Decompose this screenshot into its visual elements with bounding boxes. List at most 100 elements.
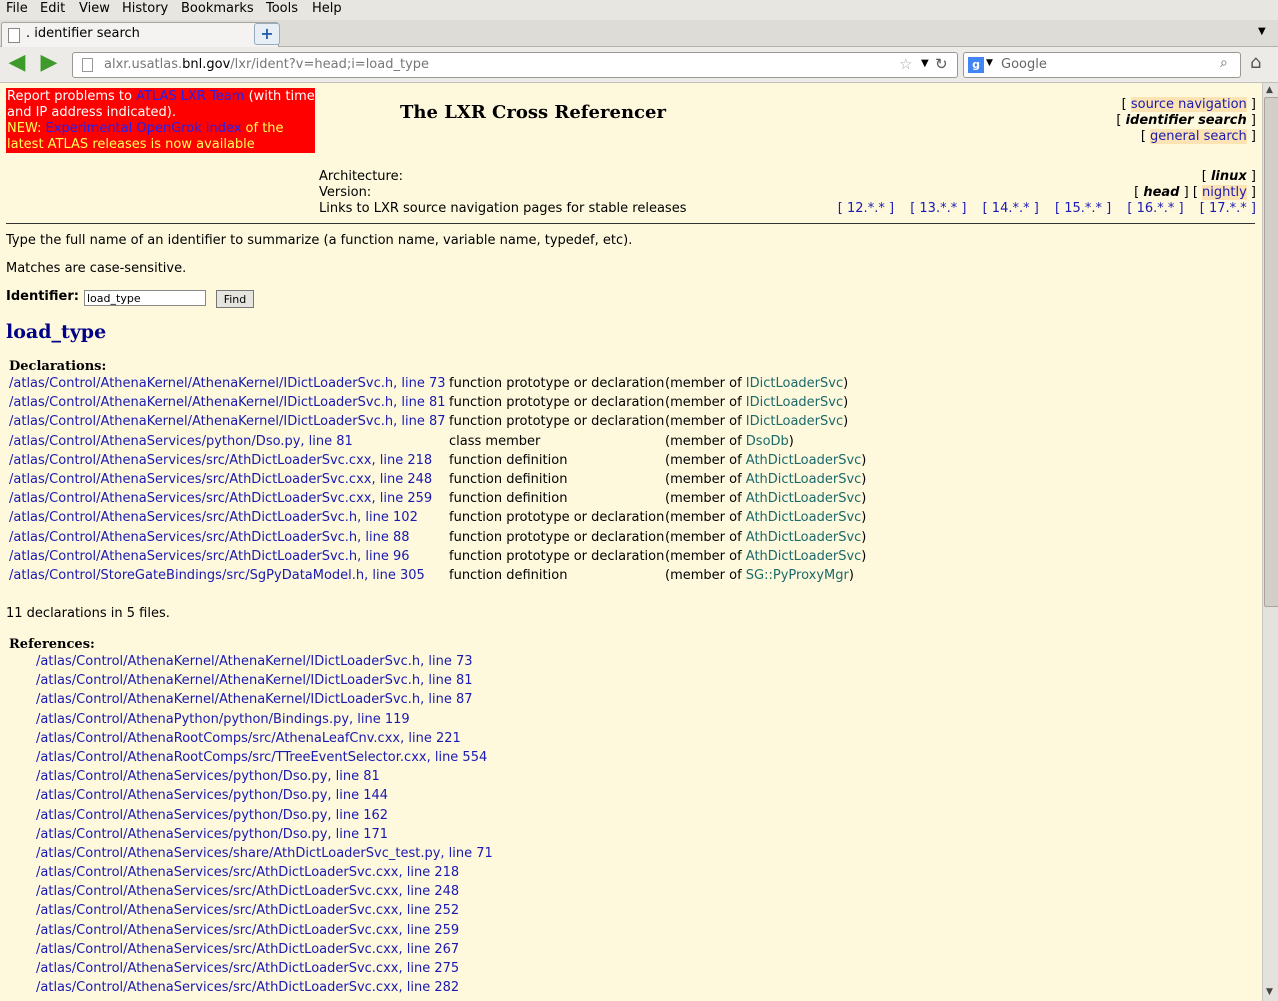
release-link[interactable]: [ 15.*.* ] [1055, 201, 1111, 216]
identifier-search-current: identifier search [1125, 113, 1247, 128]
case-sensitive-note: Matches are case-sensitive. [6, 261, 187, 276]
identifier-input[interactable]: load_type [84, 290, 206, 306]
reference-link[interactable]: /atlas/Control/AthenaServices/python/Dso… [36, 808, 493, 827]
declaration-file-link[interactable]: /atlas/Control/AthenaKernel/AthenaKernel… [9, 376, 446, 391]
scrollbar-thumb[interactable] [1264, 97, 1278, 607]
declaration-file-link[interactable]: /atlas/Control/StoreGateBindings/src/SgP… [9, 568, 425, 583]
source-navigation-link[interactable]: source navigation [1130, 97, 1247, 112]
page-icon [82, 58, 93, 72]
member-class-link[interactable]: SG::PyProxyMgr [746, 568, 849, 583]
declaration-file-link[interactable]: /atlas/Control/AthenaKernel/AthenaKernel… [9, 414, 446, 429]
declaration-file-link[interactable]: /atlas/Control/AthenaServices/python/Dso… [9, 434, 353, 449]
page-content: Report problems to ATLAS LXR Team (with … [0, 83, 1262, 1001]
forward-arrow-icon[interactable]: ▶ [38, 52, 60, 75]
search-bar[interactable]: g ▼ Google ⌕ [963, 52, 1241, 78]
opengrok-link[interactable]: Experimental OpenGrok index [46, 121, 242, 136]
search-engine-dropdown-icon[interactable]: ▼ [986, 58, 993, 68]
declaration-member: (member of AthDictLoaderSvc) [665, 529, 867, 545]
release-link[interactable]: [ 14.*.* ] [983, 201, 1039, 216]
member-class-link[interactable]: AthDictLoaderSvc [746, 510, 862, 525]
declaration-file-link[interactable]: /atlas/Control/AthenaServices/src/AthDic… [9, 549, 410, 564]
reference-link[interactable]: /atlas/Control/AthenaServices/src/AthDic… [36, 942, 493, 961]
scroll-up-icon[interactable]: ▲ [1266, 85, 1273, 95]
declaration-kind: function definition [449, 491, 568, 507]
google-engine-icon[interactable]: g [968, 57, 984, 73]
release-link[interactable]: [ 13.*.* ] [910, 201, 966, 216]
url-history-dropdown-icon[interactable]: ▼ [921, 58, 929, 69]
declaration-member: (member of IDictLoaderSvc) [665, 414, 849, 430]
intro-text: Type the full name of an identifier to s… [6, 233, 633, 248]
find-button[interactable]: Find [216, 290, 254, 308]
reference-link[interactable]: /atlas/Control/AthenaServices/src/AthDic… [36, 980, 493, 999]
member-class-link[interactable]: AthDictLoaderSvc [746, 491, 862, 506]
new-tab-button[interactable]: + [254, 23, 280, 45]
tab-list-icon[interactable]: ▼ [1258, 26, 1266, 37]
member-class-link[interactable]: DsoDb [746, 434, 789, 449]
tab-identifier-search[interactable]: . identifier search [1, 22, 279, 47]
reference-link[interactable]: /atlas/Control/AthenaPython/python/Bindi… [36, 712, 493, 731]
declaration-file-link[interactable]: /atlas/Control/AthenaKernel/AthenaKernel… [9, 395, 446, 410]
reference-link[interactable]: /atlas/Control/AthenaKernel/AthenaKernel… [36, 673, 493, 692]
release-link[interactable]: [ 16.*.* ] [1127, 201, 1183, 216]
reload-icon[interactable]: ↻ [935, 55, 948, 73]
release-link[interactable]: [ 17.*.* ] [1200, 201, 1256, 216]
member-class-link[interactable]: AthDictLoaderSvc [746, 530, 862, 545]
reference-link[interactable]: /atlas/Control/AthenaServices/python/Dso… [36, 788, 493, 807]
declaration-file-link[interactable]: /atlas/Control/AthenaServices/src/AthDic… [9, 453, 432, 468]
references-list: /atlas/Control/AthenaKernel/AthenaKernel… [36, 654, 493, 999]
member-class-link[interactable]: AthDictLoaderSvc [746, 472, 862, 487]
declaration-file-link[interactable]: /atlas/Control/AthenaServices/src/AthDic… [9, 510, 418, 525]
reference-link[interactable]: /atlas/Control/AthenaKernel/AthenaKernel… [36, 654, 493, 673]
reference-link[interactable]: /atlas/Control/AthenaServices/src/AthDic… [36, 865, 493, 884]
member-class-link[interactable]: IDictLoaderSvc [746, 395, 843, 410]
menu-file[interactable]: File [6, 1, 28, 16]
member-class-link[interactable]: AthDictLoaderSvc [746, 453, 862, 468]
reference-link[interactable]: /atlas/Control/AthenaRootComps/src/TTree… [36, 750, 493, 769]
reference-link[interactable]: /atlas/Control/AthenaServices/python/Dso… [36, 827, 493, 846]
declaration-member: (member of IDictLoaderSvc) [665, 376, 849, 391]
menu-bar: File Edit View History Bookmarks Tools H… [0, 0, 1278, 20]
home-icon[interactable]: ⌂ [1250, 52, 1272, 74]
reference-link[interactable]: /atlas/Control/AthenaServices/share/AthD… [36, 846, 493, 865]
menu-bookmarks[interactable]: Bookmarks [181, 1, 254, 16]
member-class-link[interactable]: IDictLoaderSvc [746, 414, 843, 429]
menu-tools[interactable]: Tools [266, 1, 298, 16]
identifier-heading: load_type [6, 321, 107, 343]
search-icon[interactable]: ⌕ [1220, 55, 1228, 71]
declaration-kind: function definition [449, 567, 568, 583]
atlas-lxr-team-link[interactable]: ATLAS LXR Team [136, 89, 244, 104]
bookmark-star-icon[interactable]: ☆ [899, 55, 912, 73]
declaration-member: (member of AthDictLoaderSvc) [665, 510, 867, 526]
general-search-link[interactable]: general search [1150, 129, 1247, 144]
menu-view[interactable]: View [79, 1, 110, 16]
vertical-scrollbar[interactable]: ▲ ▼ [1262, 83, 1278, 1001]
top-nav-links: [ source navigation ] [ identifier searc… [1116, 97, 1256, 144]
reference-link[interactable]: /atlas/Control/AthenaServices/src/AthDic… [36, 884, 493, 903]
reference-link[interactable]: /atlas/Control/AthenaServices/src/AthDic… [36, 961, 493, 980]
declaration-kind: function prototype or declaration [449, 548, 665, 564]
menu-edit[interactable]: Edit [40, 1, 65, 16]
reference-link[interactable]: /atlas/Control/AthenaServices/python/Dso… [36, 769, 493, 788]
declaration-kind: function definition [449, 452, 568, 468]
member-class-link[interactable]: IDictLoaderSvc [746, 376, 843, 391]
declaration-file-link[interactable]: /atlas/Control/AthenaServices/src/AthDic… [9, 491, 432, 506]
reference-link[interactable]: /atlas/Control/AthenaServices/src/AthDic… [36, 923, 493, 942]
declaration-kind: function prototype or declaration [449, 376, 665, 391]
reference-link[interactable]: /atlas/Control/AthenaRootComps/src/Athen… [36, 731, 493, 750]
search-input[interactable]: Google [1001, 57, 1047, 72]
back-arrow-icon[interactable]: ◀ [6, 52, 28, 75]
scroll-down-icon[interactable]: ▼ [1266, 987, 1273, 997]
declaration-member: (member of AthDictLoaderSvc) [665, 548, 867, 564]
url-bar[interactable]: alxr.usatlas.bnl.gov/lxr/ident?v=head;i=… [72, 52, 958, 78]
page-icon [8, 28, 20, 43]
declaration-file-link[interactable]: /atlas/Control/AthenaServices/src/AthDic… [9, 472, 432, 487]
member-class-link[interactable]: AthDictLoaderSvc [746, 549, 862, 564]
reference-link[interactable]: /atlas/Control/AthenaKernel/AthenaKernel… [36, 692, 493, 711]
menu-help[interactable]: Help [312, 1, 342, 16]
release-link[interactable]: [ 12.*.* ] [838, 201, 894, 216]
menu-history[interactable]: History [122, 1, 168, 16]
url-text[interactable]: alxr.usatlas.bnl.gov/lxr/ident?v=head;i=… [104, 57, 429, 72]
declaration-file-link[interactable]: /atlas/Control/AthenaServices/src/AthDic… [9, 530, 410, 545]
version-nightly-link[interactable]: nightly [1202, 185, 1247, 200]
reference-link[interactable]: /atlas/Control/AthenaServices/src/AthDic… [36, 903, 493, 922]
